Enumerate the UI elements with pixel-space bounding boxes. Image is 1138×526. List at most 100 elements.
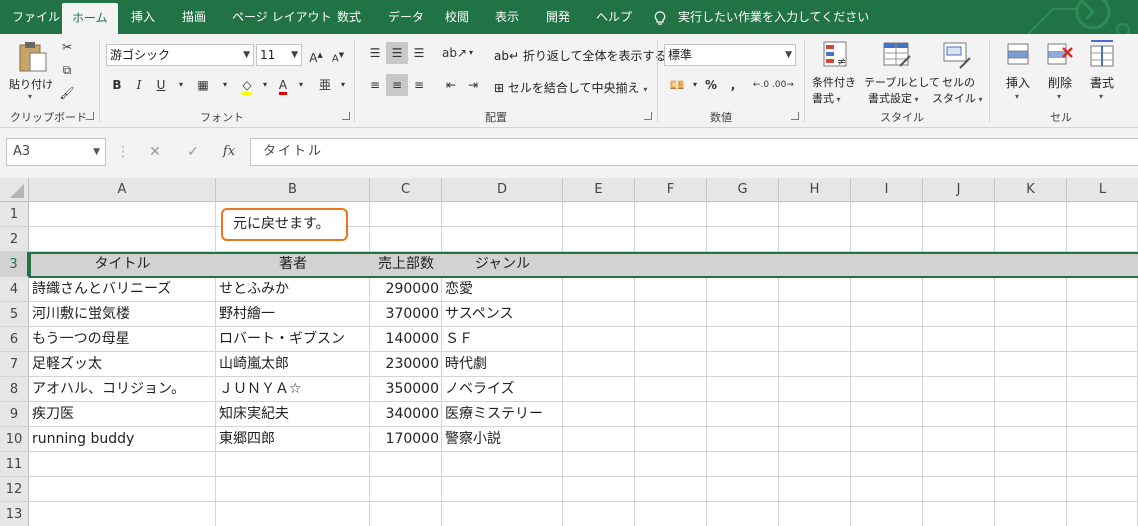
tab-page-layout[interactable]: ページ レイアウト [232,0,332,34]
insert-dropdown-icon[interactable]: ▾ [1015,92,1019,101]
column-header-f[interactable]: F [635,178,707,202]
tab-formulas[interactable]: 数式 [337,0,361,34]
decrease-font-icon[interactable]: A▼ [327,44,349,66]
insert-cells-label[interactable]: 挿入 [1006,74,1030,91]
clipboard-launcher-icon[interactable] [86,112,94,120]
table-header-cell[interactable]: タイトル [32,252,213,277]
delete-dropdown-icon[interactable]: ▾ [1057,92,1061,101]
format-cells-label[interactable]: 書式 [1090,74,1114,91]
tab-insert[interactable]: 挿入 [131,0,155,34]
tab-help[interactable]: ヘルプ [596,0,632,34]
row-header-2[interactable]: 2 [0,227,29,252]
font-size-combo[interactable]: 11 ▼ [256,44,302,66]
phonetic-dropdown-icon[interactable]: ▾ [332,74,354,96]
tab-review[interactable]: 校閲 [445,0,469,34]
table-cell[interactable]: ロバート・ギブスン [219,327,367,352]
decrease-indent-icon[interactable]: ⇤ [440,74,462,96]
format-as-table-icon[interactable] [882,40,912,70]
format-painter-icon[interactable]: 🖌 [56,82,78,104]
orientation-dropdown-icon[interactable]: ▾ [460,42,482,64]
table-cell[interactable]: 230000 [373,352,439,377]
number-format-combo[interactable]: 標準 ▼ [664,44,796,66]
table-cell[interactable]: running buddy [32,427,213,452]
table-cell[interactable]: 140000 [373,327,439,352]
number-launcher-icon[interactable] [791,112,799,120]
alignment-launcher-icon[interactable] [644,112,652,120]
row-header-10[interactable]: 10 [0,427,29,452]
table-cell[interactable]: 東郷四郎 [219,427,367,452]
table-cell[interactable]: 370000 [373,302,439,327]
table-cell[interactable]: せとふみか [219,277,367,302]
table-header-cell[interactable]: ジャンル [445,252,560,277]
table-cell[interactable]: ＪＵＮＹＡ☆ [219,377,367,402]
table-cell[interactable]: もう一つの母星 [32,327,213,352]
table-cell[interactable]: 詩織さんとバリニーズ [32,277,213,302]
row-header-13[interactable]: 13 [0,502,29,526]
table-cell[interactable]: 野村繪一 [219,302,367,327]
row-header-7[interactable]: 7 [0,352,29,377]
align-middle-icon[interactable]: ☰ [386,42,408,64]
row-header-12[interactable]: 12 [0,477,29,502]
tab-file[interactable]: ファイル [12,0,60,34]
delete-cells-icon[interactable] [1046,40,1074,68]
align-bottom-icon[interactable]: ☰ [408,42,430,64]
confirm-entry-icon[interactable]: ✓ [180,138,206,166]
underline-icon[interactable]: U [150,74,172,96]
name-box[interactable]: A3 ▼ [6,138,106,166]
percent-style-icon[interactable]: % [700,74,722,96]
row-header-6[interactable]: 6 [0,327,29,352]
increase-font-icon[interactable]: A▲ [305,44,327,66]
font-color-dropdown-icon[interactable]: ▾ [290,74,312,96]
row-header-9[interactable]: 9 [0,402,29,427]
wrap-text-button[interactable]: ab↵ 折り返して全体を表示する [494,47,667,64]
conditional-formatting-label[interactable]: 条件付き 書式 ▾ [812,74,856,106]
column-header-b[interactable]: B [216,178,370,202]
borders-icon[interactable]: ▦ [192,74,214,96]
table-cell[interactable]: 170000 [373,427,439,452]
table-cell[interactable]: アオハル、コリジョン。 [32,377,213,402]
paste-dropdown-icon[interactable]: ▾ [28,92,32,101]
row-header-4[interactable]: 4 [0,277,29,302]
tab-home[interactable]: ホーム [62,3,118,34]
worksheet-grid[interactable]: ABCDEFGHIJKL 1 2 3 4 5 6 7 8 9 10 11 12 13 タイトル 著者 売上部… [0,178,1138,526]
comma-style-icon[interactable]: , [722,74,744,96]
conditional-formatting-icon[interactable]: ≠ [822,40,850,70]
cancel-entry-icon[interactable]: ✕ [142,138,168,166]
table-cell[interactable]: 疾刀医 [32,402,213,427]
column-header-g[interactable]: G [707,178,779,202]
column-header-h[interactable]: H [779,178,851,202]
paste-button-label[interactable]: 貼り付け [9,76,53,92]
increase-decimal-icon[interactable]: ←.0 [750,74,772,96]
table-header-cell[interactable]: 著者 [219,252,367,277]
tab-draw[interactable]: 描画 [182,0,206,34]
align-left-icon[interactable]: ≡ [364,74,386,96]
column-header-l[interactable]: L [1067,178,1138,202]
table-cell[interactable]: 340000 [373,402,439,427]
table-cell[interactable]: 350000 [373,377,439,402]
cell-styles-icon[interactable] [942,40,972,70]
column-header-e[interactable]: E [563,178,635,202]
table-cell[interactable]: サスペンス [445,302,560,327]
cut-icon[interactable]: ✂ [56,36,78,58]
tab-view[interactable]: 表示 [495,0,519,34]
table-cell[interactable]: 290000 [373,277,439,302]
insert-function-icon[interactable]: fx [216,138,242,166]
format-cells-icon[interactable] [1088,38,1116,68]
column-header-a[interactable]: A [29,178,216,202]
tab-developer[interactable]: 開発 [546,0,570,34]
format-as-table-label[interactable]: テーブルとして 書式設定 ▾ [864,74,940,106]
decrease-decimal-icon[interactable]: .00→ [772,74,794,96]
font-name-combo[interactable]: 游ゴシック ▼ [106,44,254,66]
table-cell[interactable]: 知床実紀夫 [219,402,367,427]
select-all-corner[interactable] [0,178,29,202]
row-header-1[interactable]: 1 [0,202,29,227]
column-header-d[interactable]: D [442,178,563,202]
italic-icon[interactable]: I [128,74,150,96]
row-header-5[interactable]: 5 [0,302,29,327]
insert-cells-icon[interactable] [1004,40,1032,68]
paste-icon[interactable] [16,40,50,74]
formula-input[interactable]: タイトル [250,138,1138,166]
table-cell[interactable]: 河川敷に蛍気楼 [32,302,213,327]
align-right-icon[interactable]: ≡ [408,74,430,96]
column-header-k[interactable]: K [995,178,1067,202]
